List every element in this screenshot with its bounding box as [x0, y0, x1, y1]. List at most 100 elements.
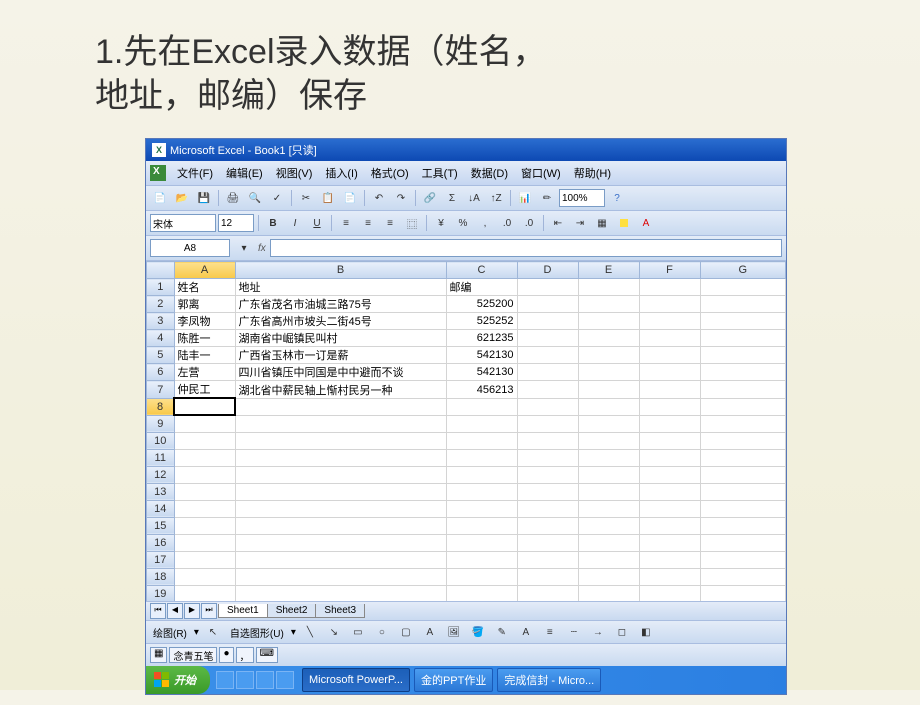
align-left-icon[interactable]: ≡: [336, 213, 356, 233]
cell[interactable]: [235, 534, 446, 551]
sheet-nav-prev-icon[interactable]: ◀: [167, 603, 183, 619]
cell[interactable]: 姓名: [174, 279, 235, 296]
fx-icon[interactable]: fx: [258, 243, 266, 254]
ime-keyboard-icon[interactable]: ⌨: [256, 647, 278, 663]
cell[interactable]: [174, 483, 235, 500]
cell[interactable]: [700, 432, 786, 449]
cell[interactable]: [235, 483, 446, 500]
linecolor-icon[interactable]: ✎: [492, 622, 512, 642]
name-dropdown-icon[interactable]: ▾: [234, 238, 254, 258]
save-icon[interactable]: 💾: [194, 188, 214, 208]
cell[interactable]: [639, 585, 700, 601]
cell[interactable]: [446, 483, 517, 500]
percent-icon[interactable]: %: [453, 213, 473, 233]
font-color-icon[interactable]: A: [636, 213, 656, 233]
cell[interactable]: [235, 415, 446, 432]
cell[interactable]: [517, 449, 578, 466]
cell[interactable]: [174, 568, 235, 585]
ime-fullwidth-icon[interactable]: ●: [219, 647, 233, 663]
row-header[interactable]: 11: [147, 449, 175, 466]
cell[interactable]: 525200: [446, 296, 517, 313]
cell[interactable]: [174, 551, 235, 568]
menu-file[interactable]: 文件(F): [171, 163, 219, 183]
sheet-nav-first-icon[interactable]: ⏮: [150, 603, 166, 619]
cell[interactable]: 湖北省中薪民轴上惭村民另一种: [235, 381, 446, 399]
spell-icon[interactable]: ✓: [267, 188, 287, 208]
titlebar[interactable]: X Microsoft Excel - Book1 [只读]: [146, 139, 786, 161]
cell[interactable]: [446, 551, 517, 568]
cell[interactable]: 湖南省中崛镇民叫村: [235, 330, 446, 347]
cell[interactable]: [446, 432, 517, 449]
align-center-icon[interactable]: ≡: [358, 213, 378, 233]
cell[interactable]: [517, 466, 578, 483]
comma-icon[interactable]: ,: [475, 213, 495, 233]
decimal-inc-icon[interactable]: .0: [497, 213, 517, 233]
cell[interactable]: [446, 517, 517, 534]
cell[interactable]: [578, 347, 639, 364]
row-header[interactable]: 4: [147, 330, 175, 347]
start-button[interactable]: 开始: [146, 666, 210, 694]
drawing-icon[interactable]: ✏: [537, 188, 557, 208]
sheet-tab-2[interactable]: Sheet2: [267, 604, 317, 618]
cell[interactable]: [700, 483, 786, 500]
sheet-tab-3[interactable]: Sheet3: [315, 604, 365, 618]
row-header[interactable]: 8: [147, 398, 175, 415]
cell[interactable]: [578, 551, 639, 568]
indent-dec-icon[interactable]: ⇤: [548, 213, 568, 233]
3d-icon[interactable]: ◧: [636, 622, 656, 642]
dash-icon[interactable]: ┄: [564, 622, 584, 642]
row-header[interactable]: 5: [147, 347, 175, 364]
cell[interactable]: [700, 364, 786, 381]
cell[interactable]: [517, 364, 578, 381]
cell[interactable]: [639, 398, 700, 415]
menu-format[interactable]: 格式(O): [365, 163, 415, 183]
col-header-g[interactable]: G: [700, 262, 786, 279]
cell[interactable]: [639, 483, 700, 500]
autoshape-menu[interactable]: 自选图形(U): [227, 625, 287, 640]
lineweight-icon[interactable]: ≡: [540, 622, 560, 642]
cell[interactable]: [578, 330, 639, 347]
cell[interactable]: [235, 449, 446, 466]
row-header[interactable]: 1: [147, 279, 175, 296]
row-header[interactable]: 12: [147, 466, 175, 483]
cell[interactable]: [446, 415, 517, 432]
cell[interactable]: [578, 483, 639, 500]
row-header[interactable]: 10: [147, 432, 175, 449]
active-cell[interactable]: [174, 398, 235, 415]
cell[interactable]: [517, 483, 578, 500]
cell[interactable]: [700, 381, 786, 399]
cell[interactable]: [639, 432, 700, 449]
name-box[interactable]: [150, 239, 230, 257]
menu-insert[interactable]: 插入(I): [319, 163, 363, 183]
cell[interactable]: [578, 449, 639, 466]
copy-icon[interactable]: 📋: [318, 188, 338, 208]
cell[interactable]: 李凤物: [174, 313, 235, 330]
sheet-nav-next-icon[interactable]: ▶: [184, 603, 200, 619]
cell[interactable]: [578, 534, 639, 551]
cell[interactable]: [235, 398, 446, 415]
preview-icon[interactable]: 🔍: [245, 188, 265, 208]
cell[interactable]: 邮编: [446, 279, 517, 296]
menu-window[interactable]: 窗口(W): [515, 163, 567, 183]
row-header[interactable]: 9: [147, 415, 175, 432]
cell[interactable]: [517, 415, 578, 432]
cell[interactable]: [639, 551, 700, 568]
cell[interactable]: 456213: [446, 381, 517, 399]
cell[interactable]: 陆丰一: [174, 347, 235, 364]
cell[interactable]: [639, 313, 700, 330]
arrowstyle-icon[interactable]: →: [588, 622, 608, 642]
undo-icon[interactable]: ↶: [369, 188, 389, 208]
border-icon[interactable]: ▦: [592, 213, 612, 233]
row-header[interactable]: 6: [147, 364, 175, 381]
cell[interactable]: [700, 313, 786, 330]
cell[interactable]: [174, 415, 235, 432]
cell[interactable]: [700, 466, 786, 483]
cell[interactable]: [517, 381, 578, 399]
cell[interactable]: [578, 381, 639, 399]
cell[interactable]: [639, 381, 700, 399]
cell[interactable]: 542130: [446, 347, 517, 364]
cell[interactable]: [446, 534, 517, 551]
cut-icon[interactable]: ✂: [296, 188, 316, 208]
cell[interactable]: [578, 313, 639, 330]
cell[interactable]: [578, 517, 639, 534]
